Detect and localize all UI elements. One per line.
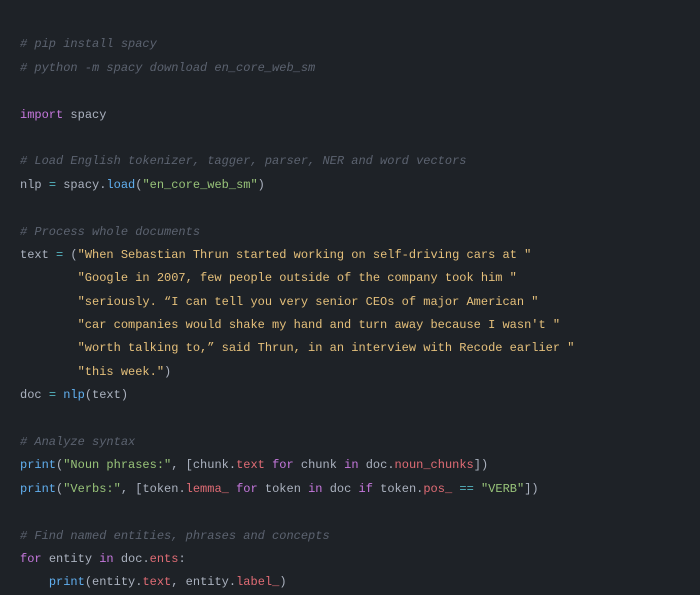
for-loop: for entity in doc.ents: bbox=[20, 552, 186, 566]
print-entity: print(entity.text, entity.label_) bbox=[20, 575, 287, 589]
string-cont: "car companies would shake my hand and t… bbox=[20, 318, 560, 332]
comment-line: # Load English tokenizer, tagger, parser… bbox=[20, 154, 466, 168]
comment-line: # python -m spacy download en_core_web_s… bbox=[20, 61, 315, 75]
module-name: spacy bbox=[70, 108, 106, 122]
string-literal: "car companies would shake my hand and t… bbox=[78, 318, 560, 332]
comment-line: # pip install spacy bbox=[20, 37, 157, 51]
string-literal: "seriously. “I can tell you very senior … bbox=[78, 295, 539, 309]
print-noun: print("Noun phrases:", [chunk.text for c… bbox=[20, 458, 488, 472]
string-cont: "worth talking to,” said Thrun, in an in… bbox=[20, 341, 575, 355]
keyword-import: import bbox=[20, 108, 63, 122]
print-verbs: print("Verbs:", [token.lemma_ for token … bbox=[20, 482, 539, 496]
string-literal: "this week." bbox=[78, 365, 164, 379]
string-cont: "this week.") bbox=[20, 365, 171, 379]
comment-line: # Process whole documents bbox=[20, 225, 200, 239]
comment-line: # Analyze syntax bbox=[20, 435, 135, 449]
string-literal: "Google in 2007, few people outside of t… bbox=[78, 271, 517, 285]
assign-doc: doc = nlp(text) bbox=[20, 388, 128, 402]
string-cont: "seriously. “I can tell you very senior … bbox=[20, 295, 538, 309]
comment-line: # Find named entities, phrases and conce… bbox=[20, 529, 330, 543]
assign-text: text = ("When Sebastian Thrun started wo… bbox=[20, 248, 531, 262]
assign-nlp: nlp = spacy.load("en_core_web_sm") bbox=[20, 178, 265, 192]
import-stmt: import spacy bbox=[20, 108, 106, 122]
code-editor: # pip install spacy # python -m spacy do… bbox=[20, 10, 680, 595]
string-literal: "When Sebastian Thrun started working on… bbox=[78, 248, 532, 262]
string-literal: "worth talking to,” said Thrun, in an in… bbox=[78, 341, 575, 355]
string-cont: "Google in 2007, few people outside of t… bbox=[20, 271, 517, 285]
